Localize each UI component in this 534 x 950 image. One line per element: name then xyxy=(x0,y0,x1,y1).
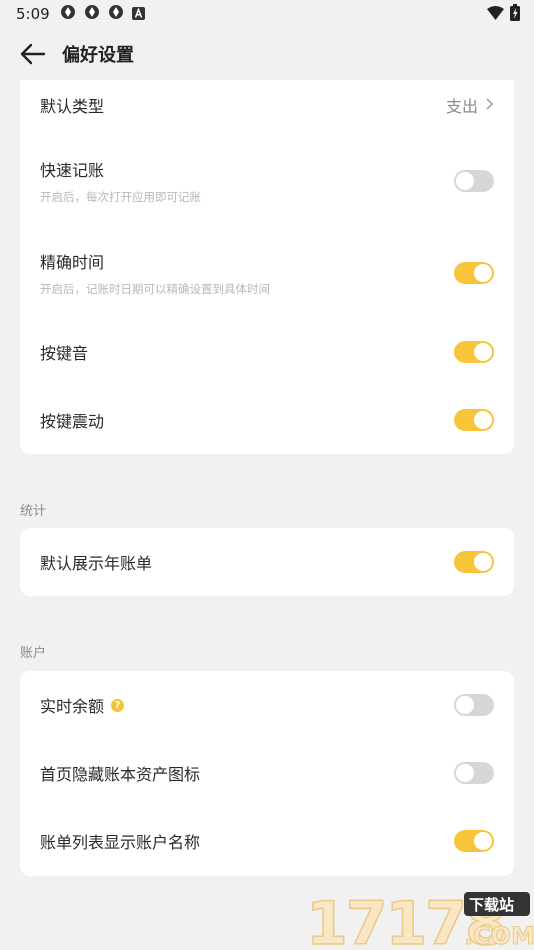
quick-record-label: 快速记账 xyxy=(40,161,105,180)
show-year-bill-label: 默认展示年账单 xyxy=(40,554,153,573)
hide-asset-icon-row: 首页隐藏账本资产图标 xyxy=(20,739,514,807)
general-settings-card: 默认类型 支出 快速记账 开启后，每次打开应用即可记账 精确时间 开启后，记账时… xyxy=(20,80,514,454)
app-notification-icon xyxy=(108,4,124,24)
account-section-title: 账户 xyxy=(20,646,47,661)
status-bar: 5:09 xyxy=(0,0,534,28)
realtime-balance-row: 实时余额 ? xyxy=(20,671,514,739)
hide-asset-icon-label: 首页隐藏账本资产图标 xyxy=(40,765,201,784)
show-account-name-label: 账单列表显示账户名称 xyxy=(40,833,201,852)
stats-section-title: 统计 xyxy=(20,504,47,519)
default-type-value: 支出 xyxy=(445,97,478,116)
show-account-name-row: 账单列表显示账户名称 xyxy=(20,807,514,875)
app-notification-icon xyxy=(84,4,100,24)
svg-text:下载站: 下载站 xyxy=(469,896,514,914)
precise-time-toggle[interactable] xyxy=(454,262,494,284)
key-sound-toggle[interactable] xyxy=(454,341,494,363)
key-sound-label: 按键音 xyxy=(40,344,89,363)
chevron-right-icon xyxy=(484,96,494,115)
app-notification-icon xyxy=(60,4,76,24)
account-settings-card: 实时余额 ? 首页隐藏账本资产图标 账单列表显示账户名称 xyxy=(20,671,514,876)
show-account-name-toggle[interactable] xyxy=(454,830,494,852)
help-icon[interactable]: ? xyxy=(111,698,125,712)
key-vibrate-label: 按键震动 xyxy=(40,412,105,431)
quick-record-description: 开启后，每次打开应用即可记账 xyxy=(40,190,201,204)
key-vibrate-toggle[interactable] xyxy=(454,409,494,431)
svg-text:.COM: .COM xyxy=(464,922,534,950)
status-right xyxy=(487,3,520,25)
realtime-balance-text: 实时余额 xyxy=(40,697,105,716)
quick-record-row: 快速记账 开启后，每次打开应用即可记账 xyxy=(20,148,514,214)
wifi-icon xyxy=(487,5,504,24)
battery-icon xyxy=(510,3,520,25)
stats-settings-card: 默认展示年账单 xyxy=(20,528,514,596)
key-sound-row: 按键音 xyxy=(20,326,514,378)
default-type-label: 默认类型 xyxy=(40,97,105,116)
app-header: 偏好设置 xyxy=(0,28,534,80)
quick-record-toggle[interactable] xyxy=(454,170,494,192)
page-title: 偏好设置 xyxy=(62,45,134,66)
site-watermark-logo: 17178 下载站 .COM xyxy=(304,888,534,950)
precise-time-description: 开启后，记账时日期可以精确设置到具体时间 xyxy=(40,282,270,296)
precise-time-label: 精确时间 xyxy=(40,253,105,272)
show-year-bill-toggle[interactable] xyxy=(454,551,494,573)
default-type-row[interactable]: 默认类型 支出 xyxy=(20,80,514,130)
hide-asset-icon-toggle[interactable] xyxy=(454,762,494,784)
back-arrow-icon[interactable] xyxy=(18,39,48,69)
realtime-balance-label: 实时余额 ? xyxy=(40,693,125,717)
key-vibrate-row: 按键震动 xyxy=(20,394,514,446)
a-notification-icon xyxy=(131,5,145,24)
show-year-bill-row: 默认展示年账单 xyxy=(20,528,514,596)
status-time: 5:09 xyxy=(16,5,50,23)
precise-time-row: 精确时间 开启后，记账时日期可以精确设置到具体时间 xyxy=(20,240,514,306)
realtime-balance-toggle[interactable] xyxy=(454,694,494,716)
